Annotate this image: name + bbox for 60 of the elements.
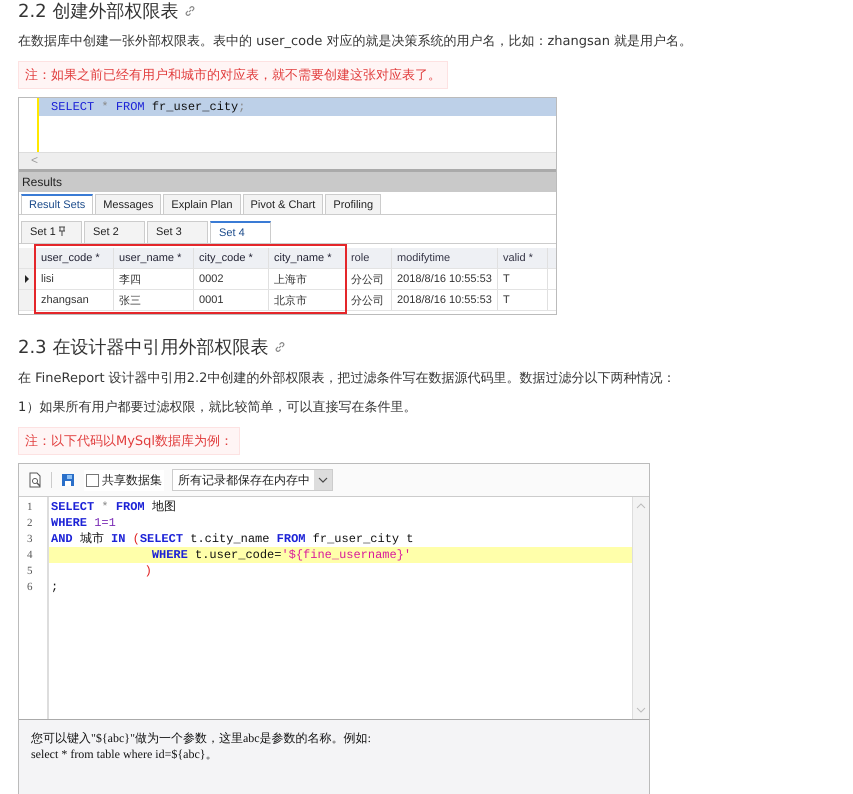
column-header[interactable]: city_name *: [269, 248, 346, 268]
paragraph: 1）如果所有用户都要过滤权限，就比较简单，可以直接写在条件里。: [18, 399, 418, 417]
results-title: Results: [19, 169, 556, 192]
table-cell: 0001: [194, 290, 269, 310]
column-header[interactable]: user_code *: [36, 248, 114, 268]
section-heading: 2.2 创建外部权限表: [18, 0, 802, 22]
paragraph: 在数据库中创建一张外部权限表。表中的 user_code 对应的就是决策系统的用户名，比如：zhangsan 就是用户名。: [18, 33, 694, 51]
column-header[interactable]: user_name *: [114, 248, 194, 268]
link-icon[interactable]: [274, 341, 286, 353]
line-number: 5: [26, 564, 34, 579]
code-line: AND 城市 IN (SELECT t.city_name FROM fr_user_city t: [50, 531, 415, 547]
set-tab[interactable]: Set 3: [147, 221, 208, 243]
table-cell: T: [498, 269, 548, 289]
chevron-down-icon: [318, 477, 328, 483]
link-icon[interactable]: [184, 5, 196, 17]
code-line: SELECT * FROM 地图: [50, 499, 177, 515]
table-cell: 2018/8/16 10:55:53: [392, 290, 498, 310]
database-icon[interactable]: [60, 472, 76, 488]
hint-text: 您可以键入"${abc}"做为一个参数，这里abc是参数的名称。例如:: [31, 730, 372, 746]
results-tab[interactable]: Profiling: [325, 194, 382, 214]
checkbox-label: 共享数据集: [102, 472, 162, 488]
results-tab[interactable]: Explain Plan: [163, 194, 241, 214]
section-heading: 2.3 在设计器中引用外部权限表: [18, 335, 802, 359]
set-tab[interactable]: Set 4: [210, 221, 271, 243]
table-cell: 0002: [194, 269, 269, 289]
table-cell: 李四: [114, 269, 194, 289]
table-cell: 上海市: [269, 269, 346, 289]
code-line: WHERE 1=1: [50, 515, 117, 531]
preview-icon[interactable]: [27, 472, 43, 488]
line-number: 3: [26, 532, 34, 547]
set-tab[interactable]: Set 2: [84, 221, 145, 243]
code-line: ): [144, 563, 153, 579]
pin-icon: [58, 226, 66, 236]
table-cell: 2018/8/16 10:55:53: [392, 269, 498, 289]
table-cell: 分公司: [346, 290, 392, 310]
results-tab[interactable]: Messages: [95, 194, 162, 214]
results-tab[interactable]: Result Sets: [21, 194, 94, 214]
set-tab[interactable]: Set 1: [21, 221, 82, 243]
line-number: 1: [26, 500, 34, 515]
table-cell: lisi: [36, 269, 114, 289]
note: 注：以下代码以MySql数据库为例：: [18, 427, 240, 455]
storage-dropdown[interactable]: 所有记录都保存在内存中: [172, 469, 333, 491]
table-cell: zhangsan: [36, 290, 114, 310]
table-cell: T: [498, 290, 548, 310]
results-tab[interactable]: Pivot & Chart: [242, 194, 324, 214]
line-number: 2: [26, 516, 34, 531]
paragraph: 在 FineReport 设计器中引用2.2中创建的外部权限表，把过滤条件写在数据源代码里。数据过滤分以下两种情况：: [18, 370, 676, 388]
column-header[interactable]: role: [346, 248, 392, 268]
line-number: 4: [26, 548, 34, 563]
column-header[interactable]: valid *: [498, 248, 548, 268]
table-cell: 分公司: [346, 269, 392, 289]
code-line: ;: [50, 579, 60, 595]
column-header[interactable]: modifytime: [392, 248, 498, 268]
line-number: 6: [26, 580, 34, 595]
checkbox[interactable]: [86, 474, 99, 486]
hint-text: select * from table where id=${abc}。: [31, 746, 219, 762]
note: 注：如果之前已经有用户和城市的对应表，就不需要创建这张对应表了。: [18, 61, 448, 89]
column-header[interactable]: city_code *: [194, 248, 269, 268]
table-cell: 北京市: [269, 290, 346, 310]
table-cell: 张三: [114, 290, 194, 310]
